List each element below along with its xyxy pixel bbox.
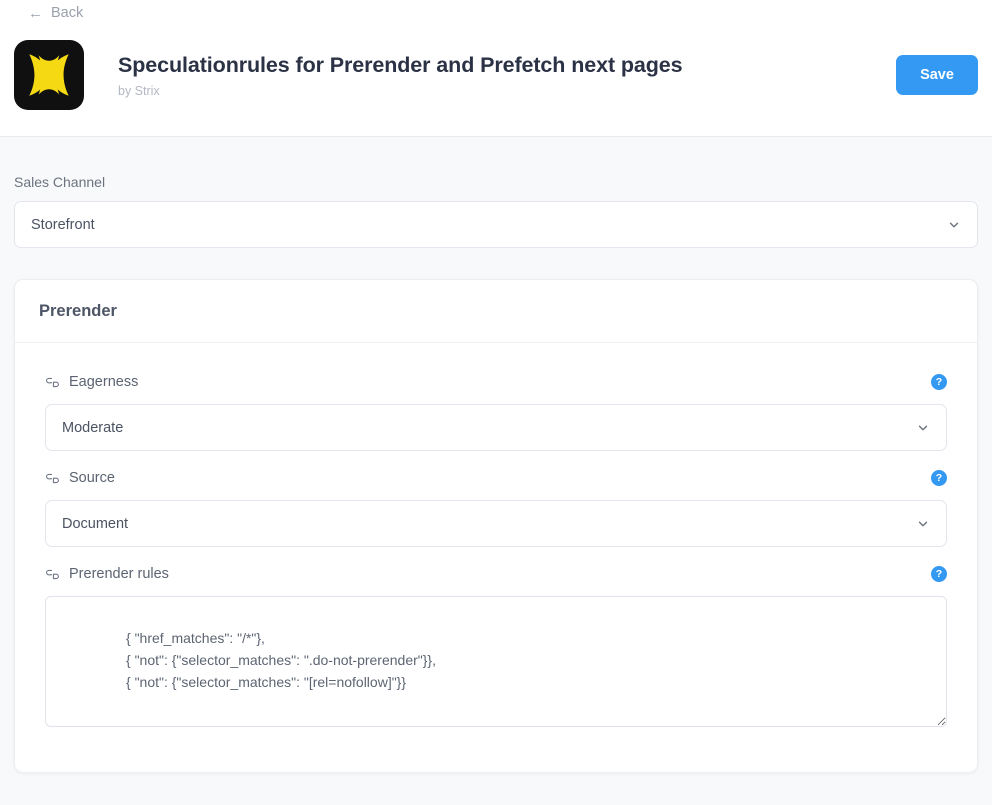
eagerness-field-head: Eagerness ?: [45, 369, 947, 395]
source-field-head: Source ?: [45, 465, 947, 491]
prerender-rules-field-head: Prerender rules ?: [45, 561, 947, 587]
back-arrow-icon: ←: [28, 5, 43, 22]
butterfly-x-logo-icon: [29, 54, 69, 96]
sales-channel-value: Storefront: [31, 216, 95, 233]
source-select[interactable]: Document: [45, 500, 947, 547]
app-header: ← Back Speculationrules for Prerender an…: [0, 0, 992, 137]
eagerness-select[interactable]: Moderate: [45, 404, 947, 451]
source-value: Document: [62, 515, 129, 532]
chevron-down-icon: [918, 425, 928, 430]
back-button[interactable]: ← Back: [14, 0, 83, 21]
source-label: Source: [69, 470, 115, 486]
help-icon[interactable]: ?: [931, 566, 947, 582]
save-button[interactable]: Save: [896, 55, 978, 95]
prerender-card: Prerender Eagerness ? Moderate Source ? …: [14, 279, 978, 773]
prerender-card-body: Eagerness ? Moderate Source ? Document P…: [15, 343, 977, 772]
sales-channel-label: Sales Channel: [14, 174, 106, 190]
prerender-rules-field: Prerender rules ?: [45, 561, 947, 732]
sales-channel-select[interactable]: Storefront: [14, 201, 978, 248]
help-icon[interactable]: ?: [931, 470, 947, 486]
link-icon: [45, 471, 60, 486]
prerender-card-title: Prerender: [39, 302, 117, 320]
link-icon: [45, 375, 60, 390]
app-author: by Strix: [118, 84, 160, 99]
prerender-card-header: Prerender: [15, 280, 977, 343]
eagerness-value: Moderate: [62, 419, 124, 436]
prerender-rules-input[interactable]: [45, 596, 947, 727]
eagerness-field: Eagerness ? Moderate: [45, 369, 947, 451]
help-icon[interactable]: ?: [931, 374, 947, 390]
app-header-row: Speculationrules for Prerender and Prefe…: [14, 23, 978, 110]
link-icon: [45, 567, 60, 582]
eagerness-label: Eagerness: [69, 374, 139, 390]
page-title: Speculationrules for Prerender and Prefe…: [118, 52, 683, 77]
sales-channel-group: Sales Channel Storefront: [14, 137, 978, 248]
page-body: Sales Channel Storefront Prerender Eager…: [0, 137, 992, 773]
prerender-rules-label: Prerender rules: [69, 566, 169, 582]
chevron-down-icon: [918, 521, 928, 526]
source-field: Source ? Document: [45, 465, 947, 547]
app-logo: [14, 40, 84, 110]
app-title-block: Speculationrules for Prerender and Prefe…: [118, 52, 896, 99]
chevron-down-icon: [949, 222, 959, 227]
back-label: Back: [51, 5, 84, 22]
